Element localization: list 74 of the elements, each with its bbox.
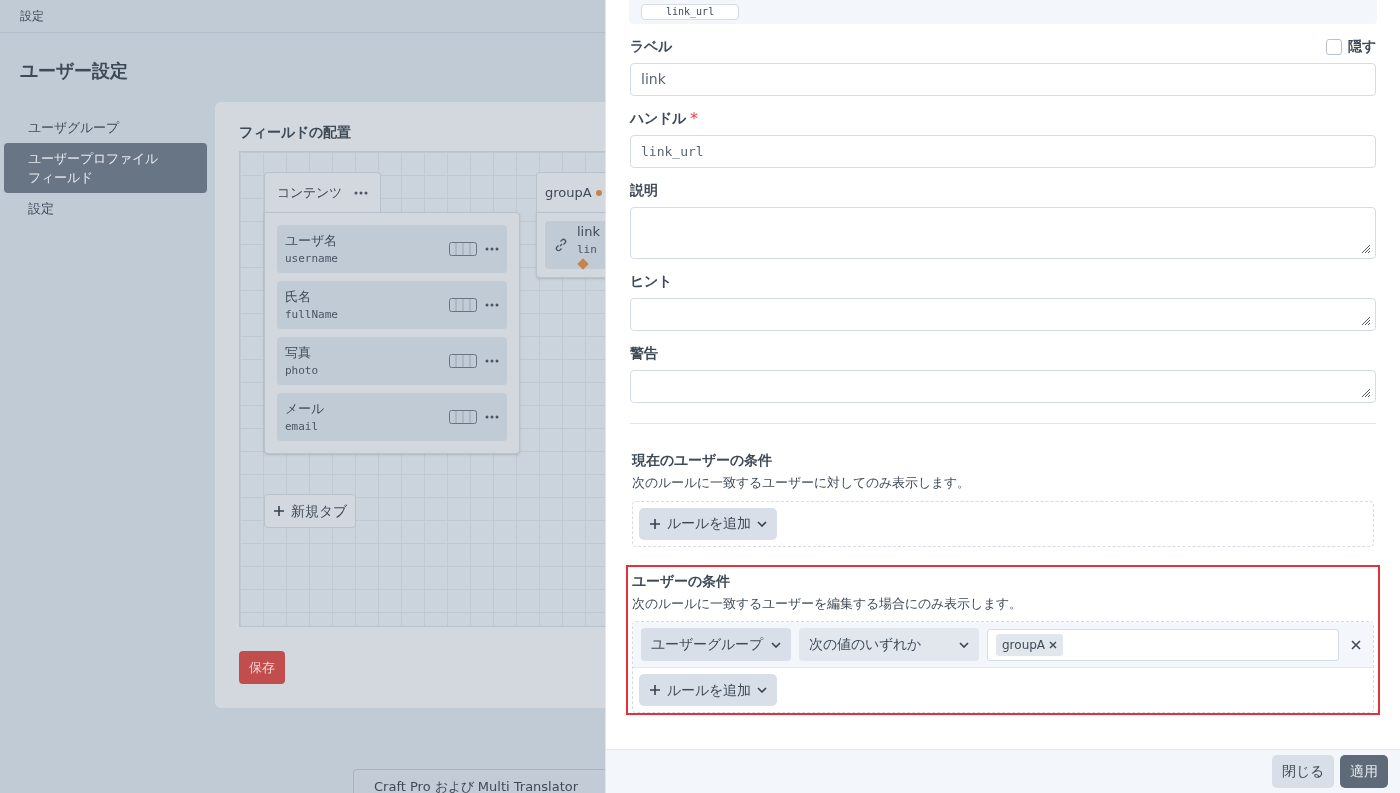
section-description: 次のルールに一致するユーザーに対してのみ表示します。 xyxy=(632,474,971,492)
field-handle: email xyxy=(285,419,320,435)
field-label: ヒント xyxy=(630,272,672,291)
notice-card: Craft Pro および Multi Translator xyxy=(353,769,605,793)
textarea-field[interactable] xyxy=(630,298,1376,331)
chevron-down-icon xyxy=(771,641,781,648)
plus-icon xyxy=(273,505,285,517)
values-field[interactable]: groupA xyxy=(987,628,1339,661)
section-title: 現在のユーザーの条件 xyxy=(632,451,773,470)
hide-label: 隠す xyxy=(1348,37,1376,56)
hide-checkbox[interactable] xyxy=(1326,38,1342,55)
chevron-down-icon xyxy=(757,520,767,527)
field-label: 警告 xyxy=(630,344,658,363)
chevron-down-icon xyxy=(757,687,767,693)
operator-dropdown[interactable]: 次の値のいずれか xyxy=(799,628,979,661)
field-handle: username xyxy=(285,251,339,267)
attribute-dropdown[interactable]: ユーザーグループ xyxy=(641,628,791,661)
sidebar-item[interactable]: ユーザグループ xyxy=(4,112,207,143)
more-icon[interactable] xyxy=(485,415,499,419)
resize-handle-icon[interactable] xyxy=(1361,244,1371,254)
resize-handle-icon[interactable] xyxy=(1361,388,1371,398)
add-rule-button[interactable]: ルールを追加 xyxy=(639,674,777,706)
handle-chip: link_url xyxy=(641,4,740,20)
more-icon[interactable] xyxy=(485,247,499,251)
field-width-icon[interactable] xyxy=(449,354,477,368)
field-width-icon[interactable] xyxy=(449,298,477,312)
field-label: ハンドル xyxy=(630,109,686,128)
close-icon xyxy=(1049,640,1058,649)
tab-header[interactable]: groupA xyxy=(536,172,605,212)
resize-handle-icon[interactable] xyxy=(1361,316,1371,326)
more-icon[interactable] xyxy=(485,303,499,307)
textarea-field[interactable] xyxy=(630,207,1376,259)
field-handle: lin xyxy=(577,242,598,258)
plus-icon xyxy=(649,517,661,530)
sidebar-item[interactable]: 設定 xyxy=(4,193,207,224)
section-description: 次のルールに一致するユーザーを編集する場合にのみ表示します。 xyxy=(632,594,1023,613)
field-label: ラベル xyxy=(630,37,672,56)
page-title: ユーザー設定 xyxy=(19,59,129,83)
close-button[interactable]: 閉じる xyxy=(1272,755,1334,788)
textarea-field[interactable] xyxy=(630,370,1376,403)
field-label: メール xyxy=(285,400,325,418)
field-card[interactable]: ユーザ名 username xyxy=(277,225,507,273)
add-rule-button[interactable]: ルールを追加 xyxy=(639,507,777,540)
plus-icon xyxy=(649,684,661,696)
field-label: ユーザ名 xyxy=(285,232,338,250)
field-width-icon[interactable] xyxy=(449,242,477,256)
apply-button[interactable]: 適用 xyxy=(1340,755,1388,788)
field-label: 写真 xyxy=(285,344,312,362)
chevron-down-icon xyxy=(959,641,969,648)
field-handle: photo xyxy=(285,363,320,379)
text-field[interactable]: link xyxy=(630,63,1376,96)
required-mark: * xyxy=(690,110,698,127)
field-card[interactable]: link lin xyxy=(545,221,605,269)
section-title: ユーザーの条件 xyxy=(632,571,731,591)
save-button[interactable]: 保存 xyxy=(239,651,285,684)
field-label: 説明 xyxy=(630,181,658,200)
card-title: フィールドの配置 xyxy=(239,123,352,142)
sidebar-item[interactable]: ユーザープロファイルフィールド xyxy=(4,143,207,193)
breadcrumb-link[interactable]: 設定 xyxy=(20,7,44,25)
field-label: 氏名 xyxy=(285,288,312,306)
link-icon xyxy=(553,237,569,253)
more-icon[interactable] xyxy=(354,190,368,195)
field-label: link xyxy=(577,223,601,241)
more-icon[interactable] xyxy=(485,359,499,363)
field-width-icon[interactable] xyxy=(449,410,477,424)
tab-header[interactable]: コンテンツ xyxy=(264,172,381,212)
field-handle: fullName xyxy=(285,307,339,323)
field-card[interactable]: 写真 photo xyxy=(277,337,507,385)
field-card[interactable]: 氏名 fullName xyxy=(277,281,507,329)
new-tab-button[interactable]: 新規タブ xyxy=(264,494,356,528)
close-icon[interactable] xyxy=(1351,639,1361,650)
value-tag[interactable]: groupA xyxy=(996,633,1064,656)
field-card[interactable]: メール email xyxy=(277,393,507,441)
text-field[interactable]: link_url xyxy=(630,135,1376,168)
